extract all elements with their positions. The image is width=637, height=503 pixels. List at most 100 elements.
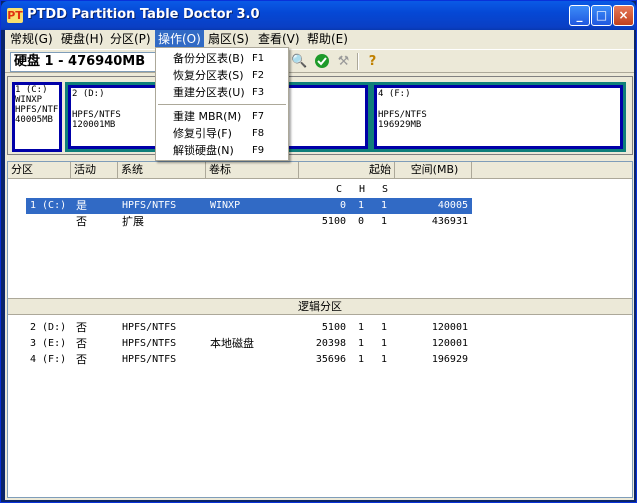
menu-item-shortcut: F2 xyxy=(252,70,265,81)
partition-c-fs: HPFS/NTF xyxy=(15,105,59,115)
menu-item-unlock-disk[interactable]: 解锁硬盘(N) F9 xyxy=(156,142,288,159)
menu-item-label: 重建 MBR(M) xyxy=(173,110,242,123)
row-s: 1 xyxy=(381,354,388,365)
chs-subheader: C H S xyxy=(8,182,632,198)
menu-item-restore-partition-table[interactable]: 恢复分区表(S) F2 xyxy=(156,67,288,84)
chs-h-label: H xyxy=(359,184,366,195)
help-icon[interactable]: ? xyxy=(364,53,381,70)
menu-item-rebuild-partition-table[interactable]: 重建分区表(U) F3 xyxy=(156,84,288,101)
check-icon[interactable] xyxy=(313,53,330,70)
row-c: 20398 xyxy=(315,338,346,349)
partition-list[interactable]: 分区 活动 系统 卷标 起始 空间(MB) C H S 1 (C:) 是 HPF… xyxy=(7,161,633,498)
partition-c-label: WINXP xyxy=(15,95,43,105)
row-s: 1 xyxy=(381,322,388,333)
menu-item-rebuild-mbr[interactable]: 重建 MBR(M) F7 xyxy=(156,108,288,125)
menu-item-label: 恢复分区表(S) xyxy=(173,69,244,82)
table-row[interactable]: 4 (F:) 否 HPFS/NTFS 35696 1 1 196929 xyxy=(26,352,472,368)
partition-c-size: 40005MB xyxy=(15,115,53,125)
menu-item-backup-partition-table[interactable]: 备份分区表(B) F1 xyxy=(156,50,288,67)
menu-item-shortcut: F1 xyxy=(252,53,265,64)
row-partition: 3 (E:) xyxy=(30,338,67,349)
col-partition[interactable]: 分区 xyxy=(8,162,71,179)
minimize-button[interactable]: _ xyxy=(569,5,590,26)
col-system[interactable]: 系统 xyxy=(118,162,206,179)
partition-block-f[interactable]: 4 (F:) HPFS/NTFS 196929MB xyxy=(374,85,623,149)
row-c: 5100 xyxy=(321,322,346,333)
menu-separator xyxy=(158,104,286,105)
row-system: 扩展 xyxy=(122,215,144,228)
row-active: 否 xyxy=(76,215,87,228)
row-h: 0 xyxy=(358,216,365,227)
col-size[interactable]: 空间(MB) xyxy=(395,162,472,179)
partition-f-id: 4 (F:) xyxy=(378,89,411,99)
list-header: 分区 活动 系统 卷标 起始 空间(MB) xyxy=(8,162,632,179)
menu-item-shortcut: F8 xyxy=(252,128,265,139)
menu-help[interactable]: 帮助(E) xyxy=(304,30,351,48)
menu-disk[interactable]: 硬盘(H) xyxy=(58,30,106,48)
menu-item-shortcut: F7 xyxy=(252,111,265,122)
partition-c-id: 1 (C:) xyxy=(15,85,48,95)
row-active: 否 xyxy=(76,321,87,334)
chs-c-label: C xyxy=(336,184,343,195)
chs-s-label: S xyxy=(382,184,389,195)
tool-icon[interactable]: ⚒ xyxy=(335,53,352,70)
row-label: WINXP xyxy=(210,200,241,211)
client-area: 常规(G) 硬盘(H) 分区(P) 操作(O) 扇区(S) 查看(V) 帮助(E… xyxy=(5,30,634,500)
maximize-button[interactable]: □ xyxy=(591,5,612,26)
partition-block-c[interactable]: 1 (C:) WINXP HPFS/NTF 40005MB xyxy=(12,82,62,152)
col-active[interactable]: 活动 xyxy=(71,162,118,179)
close-button[interactable]: × xyxy=(613,5,634,26)
table-row[interactable]: 3 (E:) 否 HPFS/NTFS 本地磁盘 20398 1 1 120001 xyxy=(26,336,472,352)
toolbar-separator xyxy=(357,53,359,70)
row-active: 是 xyxy=(76,199,87,212)
toolbar: 硬盘 1 - 476940MB 🔍 ⚒ ? xyxy=(5,49,634,73)
partition-f-size: 196929MB xyxy=(378,120,422,130)
menu-sector[interactable]: 扇区(S) xyxy=(205,30,252,48)
col-start[interactable]: 起始 xyxy=(299,162,395,179)
row-size: 120001 xyxy=(431,322,468,333)
menu-item-shortcut: F9 xyxy=(252,145,265,156)
row-active: 否 xyxy=(76,337,87,350)
title-bar[interactable]: PT PTDD Partition Table Doctor 3.0 _ □ × xyxy=(1,1,636,30)
row-c: 5100 xyxy=(321,216,346,227)
row-partition: 1 (C:) xyxy=(30,200,67,211)
row-c: 0 xyxy=(339,200,346,211)
logical-partitions-header: 逻辑分区 xyxy=(8,298,632,315)
menu-view[interactable]: 查看(V) xyxy=(255,30,303,48)
row-size: 120001 xyxy=(431,338,468,349)
app-icon: PT xyxy=(7,8,23,23)
menu-general[interactable]: 常规(G) xyxy=(7,30,56,48)
row-active: 否 xyxy=(76,353,87,366)
row-label: 本地磁盘 xyxy=(210,337,254,350)
menu-operations[interactable]: 操作(O) xyxy=(155,30,204,48)
disk-map: 1 (C:) WINXP HPFS/NTF 40005MB 2 (D:) HPF… xyxy=(7,76,633,155)
row-system: HPFS/NTFS xyxy=(122,338,177,349)
row-h: 1 xyxy=(358,338,365,349)
menu-bar: 常规(G) 硬盘(H) 分区(P) 操作(O) 扇区(S) 查看(V) 帮助(E… xyxy=(5,30,634,48)
table-row[interactable]: 2 (D:) 否 HPFS/NTFS 5100 1 1 120001 xyxy=(26,320,472,336)
row-size: 196929 xyxy=(431,354,468,365)
row-partition: 2 (D:) xyxy=(30,322,67,333)
menu-item-label: 解锁硬盘(N) xyxy=(173,144,234,157)
table-row[interactable]: 否 扩展 5100 0 1 436931 xyxy=(26,214,472,230)
row-size: 40005 xyxy=(437,200,468,211)
row-s: 1 xyxy=(381,200,388,211)
window-title: PTDD Partition Table Doctor 3.0 xyxy=(27,7,260,22)
row-h: 1 xyxy=(358,322,365,333)
row-c: 35696 xyxy=(315,354,346,365)
menu-item-shortcut: F3 xyxy=(252,87,265,98)
col-label[interactable]: 卷标 xyxy=(206,162,299,179)
search-icon[interactable]: 🔍 xyxy=(291,53,308,70)
extended-partition-block: 2 (D:) HPFS/NTFS 120001MB 4 (F:) HPFS/NT… xyxy=(65,82,626,152)
menu-item-label: 备份分区表(B) xyxy=(173,52,245,65)
row-system: HPFS/NTFS xyxy=(122,354,177,365)
partition-f-fs: HPFS/NTFS xyxy=(378,110,427,120)
table-row[interactable]: 1 (C:) 是 HPFS/NTFS WINXP 0 1 1 40005 xyxy=(26,198,472,214)
disk-selector[interactable]: 硬盘 1 - 476940MB xyxy=(10,52,160,72)
menu-partition[interactable]: 分区(P) xyxy=(107,30,154,48)
operations-dropdown: 备份分区表(B) F1 恢复分区表(S) F2 重建分区表(U) F3 重建 M… xyxy=(155,47,289,161)
app-window: PT PTDD Partition Table Doctor 3.0 _ □ ×… xyxy=(0,0,637,503)
row-s: 1 xyxy=(381,216,388,227)
row-s: 1 xyxy=(381,338,388,349)
menu-item-repair-boot[interactable]: 修复引导(F) F8 xyxy=(156,125,288,142)
